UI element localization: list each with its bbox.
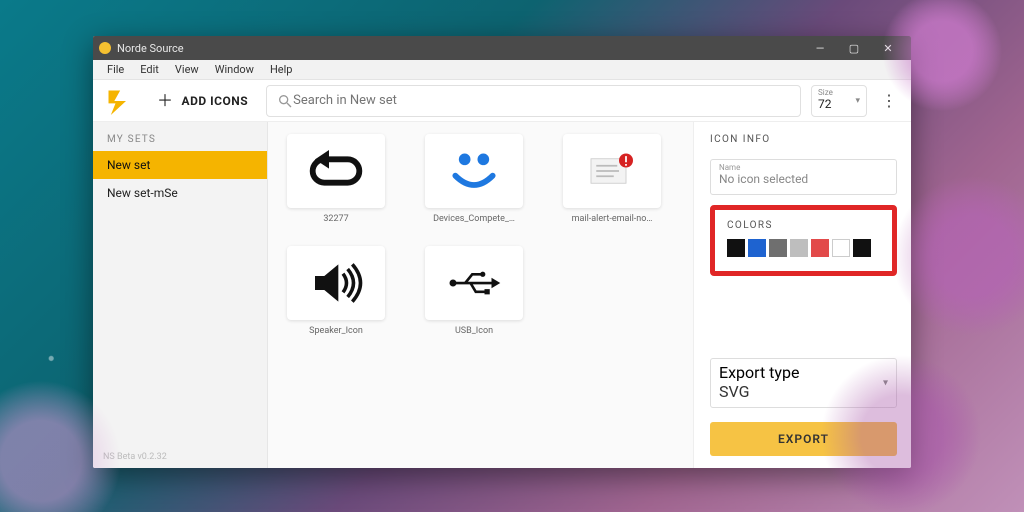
mail-alert-icon [563,134,661,208]
icon-tile[interactable]: Speaker_Icon [282,246,390,336]
chevron-down-icon: ▾ [883,378,888,389]
search-box[interactable] [266,85,801,117]
app-body: MY SETS New set New set-mSe NS Beta v0.2… [93,122,911,468]
icon-caption: Speaker_Icon [309,326,363,336]
name-label: Name [719,164,888,172]
export-type-value: SVG [719,382,888,401]
color-swatch[interactable] [853,239,871,257]
menu-help[interactable]: Help [262,61,301,78]
color-swatches [727,239,880,257]
refresh-icon [287,134,385,208]
colors-header: COLORS [727,220,880,231]
toolbar: ＋ ADD ICONS Size 72 ▾ ⋮ [93,80,911,122]
icon-tile[interactable]: mail-alert-email-no… [558,134,666,224]
app-window: Norde Source — ▢ ✕ File Edit View Window… [93,36,911,468]
minimize-button[interactable]: — [803,36,837,60]
titlebar[interactable]: Norde Source — ▢ ✕ [93,36,911,60]
size-value: 72 [818,97,860,111]
brand-logo-icon [105,87,133,115]
menu-bar: File Edit View Window Help [93,60,911,80]
window-title: Norde Source [117,42,184,55]
window-controls: — ▢ ✕ [803,36,905,60]
export-type-label: Export type [719,363,888,382]
sidebar: MY SETS New set New set-mSe NS Beta v0.2… [93,122,268,468]
color-swatch[interactable] [832,239,850,257]
sidebar-item-new-set-mse[interactable]: New set-mSe [93,179,267,207]
overflow-menu-button[interactable]: ⋮ [877,85,901,117]
chevron-down-icon: ▾ [855,96,860,106]
icon-canvas: 32277 Devices_Compete_… [268,122,693,468]
icon-grid: 32277 Devices_Compete_… [282,134,679,336]
add-icons-label: ADD ICONS [182,94,249,108]
name-value: No icon selected [719,172,888,188]
icon-caption: 32277 [323,214,348,224]
color-swatch[interactable] [790,239,808,257]
sidebar-item-new-set[interactable]: New set [93,151,267,179]
color-swatch[interactable] [811,239,829,257]
icon-tile[interactable]: 32277 [282,134,390,224]
speaker-icon [287,246,385,320]
menu-view[interactable]: View [167,61,207,78]
color-swatch[interactable] [769,239,787,257]
smiley-icon [425,134,523,208]
colors-section-highlight: COLORS [710,205,897,276]
icon-name-field[interactable]: Name No icon selected [710,159,897,195]
more-vertical-icon: ⋮ [881,91,897,110]
desktop-background: Norde Source — ▢ ✕ File Edit View Window… [0,0,1024,512]
icon-info-header: ICON INFO [710,134,897,145]
icon-tile[interactable]: Devices_Compete_… [420,134,528,224]
app-logo-icon [99,42,111,54]
menu-file[interactable]: File [99,61,132,78]
version-label: NS Beta v0.2.32 [93,446,267,468]
maximize-button[interactable]: ▢ [837,36,871,60]
plus-icon: ＋ [157,93,174,109]
menu-window[interactable]: Window [207,61,262,78]
icon-caption: Devices_Compete_… [433,214,515,224]
search-icon [277,93,293,109]
size-label: Size [818,89,860,97]
export-type-select[interactable]: Export type SVG ▾ [710,358,897,408]
sidebar-section-label: MY SETS [93,134,267,151]
info-panel: ICON INFO Name No icon selected COLORS [693,122,911,468]
menu-edit[interactable]: Edit [132,61,167,78]
icon-tile[interactable]: USB_Icon [420,246,528,336]
usb-icon [425,246,523,320]
size-select[interactable]: Size 72 ▾ [811,85,867,117]
export-button[interactable]: EXPORT [710,422,897,456]
add-icons-button[interactable]: ＋ ADD ICONS [149,87,256,115]
close-button[interactable]: ✕ [871,36,905,60]
color-swatch[interactable] [748,239,766,257]
icon-caption: USB_Icon [455,326,493,336]
color-swatch[interactable] [727,239,745,257]
icon-caption: mail-alert-email-no… [572,214,653,224]
search-input[interactable] [293,93,790,108]
